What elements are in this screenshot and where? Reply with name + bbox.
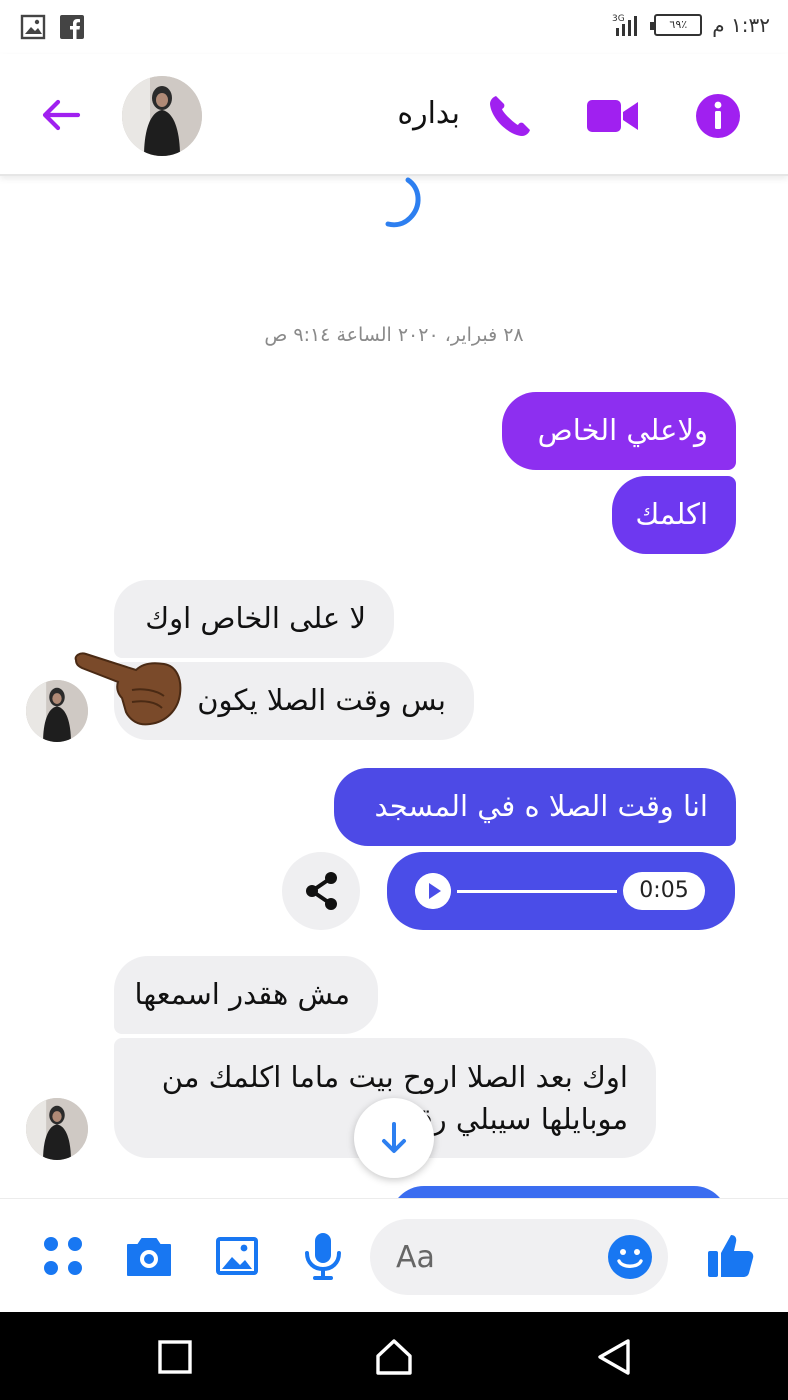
arrow-left-icon xyxy=(42,99,81,131)
camera-icon xyxy=(127,1238,171,1276)
like-button[interactable] xyxy=(704,1229,758,1283)
voice-call-button[interactable] xyxy=(482,88,538,144)
signal-icon: 3G xyxy=(612,14,638,36)
voice-message[interactable]: 0:05 xyxy=(387,852,735,930)
video-call-button[interactable] xyxy=(585,88,641,144)
voice-record-button[interactable] xyxy=(296,1229,350,1283)
status-indicators: 3G ٦٩٪ ١:٣٢ م xyxy=(612,12,770,38)
triangle-back-icon xyxy=(598,1339,630,1375)
system-navigation-bar xyxy=(0,1312,788,1400)
home-icon xyxy=(376,1339,412,1375)
battery-indicator: ٦٩٪ xyxy=(650,14,703,36)
message-line: اوك بعد الصلا اروح بيت ماما اكلمك من xyxy=(161,1060,628,1094)
share-icon xyxy=(306,872,337,910)
back-button[interactable] xyxy=(36,90,86,140)
square-icon xyxy=(158,1340,192,1374)
audio-duration: 0:05 xyxy=(623,872,705,910)
message-bubble-incoming[interactable]: لا على الخاص اوك xyxy=(114,580,394,658)
phone-icon xyxy=(490,96,530,136)
home-button[interactable] xyxy=(373,1336,415,1378)
sender-avatar[interactable] xyxy=(26,1098,88,1160)
message-composer xyxy=(0,1198,788,1312)
scroll-to-bottom-button[interactable] xyxy=(354,1098,434,1178)
microphone-icon xyxy=(305,1233,341,1280)
clock: ١:٣٢ م xyxy=(712,13,770,37)
date-separator: ٢٨ فبراير، ٢٠٢٠ الساعة ٩:١٤ ص xyxy=(264,324,524,346)
conversation-info-button[interactable] xyxy=(690,88,746,144)
avatar-image xyxy=(26,1098,88,1160)
gallery-button[interactable] xyxy=(210,1229,264,1283)
recent-apps-button[interactable] xyxy=(154,1336,196,1378)
message-bubble-incoming[interactable]: مش هقدر اسمعها xyxy=(114,956,378,1034)
contact-avatar[interactable] xyxy=(122,76,202,156)
messenger-screen: 3G ٦٩٪ ١:٣٢ م بداره ٢٨ فبراير، ٢٠٢٠ السا… xyxy=(0,0,788,1400)
gallery-notification-icon xyxy=(20,14,46,40)
apps-grid-icon xyxy=(44,1237,82,1275)
back-nav-button[interactable] xyxy=(594,1336,636,1378)
contact-name[interactable]: بداره xyxy=(330,96,460,131)
share-button[interactable] xyxy=(282,852,360,930)
facebook-notification-icon xyxy=(60,15,84,39)
status-bar: 3G ٦٩٪ ١:٣٢ م xyxy=(0,0,788,54)
avatar-image xyxy=(122,76,202,156)
notification-icons xyxy=(20,14,84,40)
thumbs-up-icon xyxy=(708,1235,754,1277)
loading-spinner-icon xyxy=(385,177,421,228)
image-icon xyxy=(216,1237,258,1275)
message-input[interactable] xyxy=(396,1237,596,1277)
arrow-down-icon xyxy=(382,1122,406,1153)
svg-text:3G: 3G xyxy=(612,14,625,24)
camera-button[interactable] xyxy=(122,1229,176,1283)
smiley-icon xyxy=(608,1235,652,1279)
message-input-container[interactable] xyxy=(370,1219,668,1295)
video-camera-icon xyxy=(587,100,638,132)
info-icon xyxy=(696,94,740,138)
message-bubble-outgoing[interactable]: اكلمك xyxy=(612,476,736,554)
pointing-hand-emoji-icon xyxy=(74,652,182,726)
conversation-header: بداره xyxy=(0,54,788,176)
audio-progress-track[interactable] xyxy=(457,890,617,893)
message-bubble-outgoing[interactable]: ولاعلي الخاص xyxy=(502,392,736,470)
apps-button[interactable] xyxy=(36,1229,90,1283)
message-bubble-outgoing-partial[interactable] xyxy=(390,1186,728,1198)
play-button[interactable] xyxy=(415,873,451,909)
message-bubble-outgoing[interactable]: انا وقت الصلا ه في المسجد xyxy=(334,768,736,846)
emoji-button[interactable] xyxy=(606,1233,654,1281)
message-list[interactable]: ٢٨ فبراير، ٢٠٢٠ الساعة ٩:١٤ ص ولاعلي الخ… xyxy=(0,176,788,1198)
